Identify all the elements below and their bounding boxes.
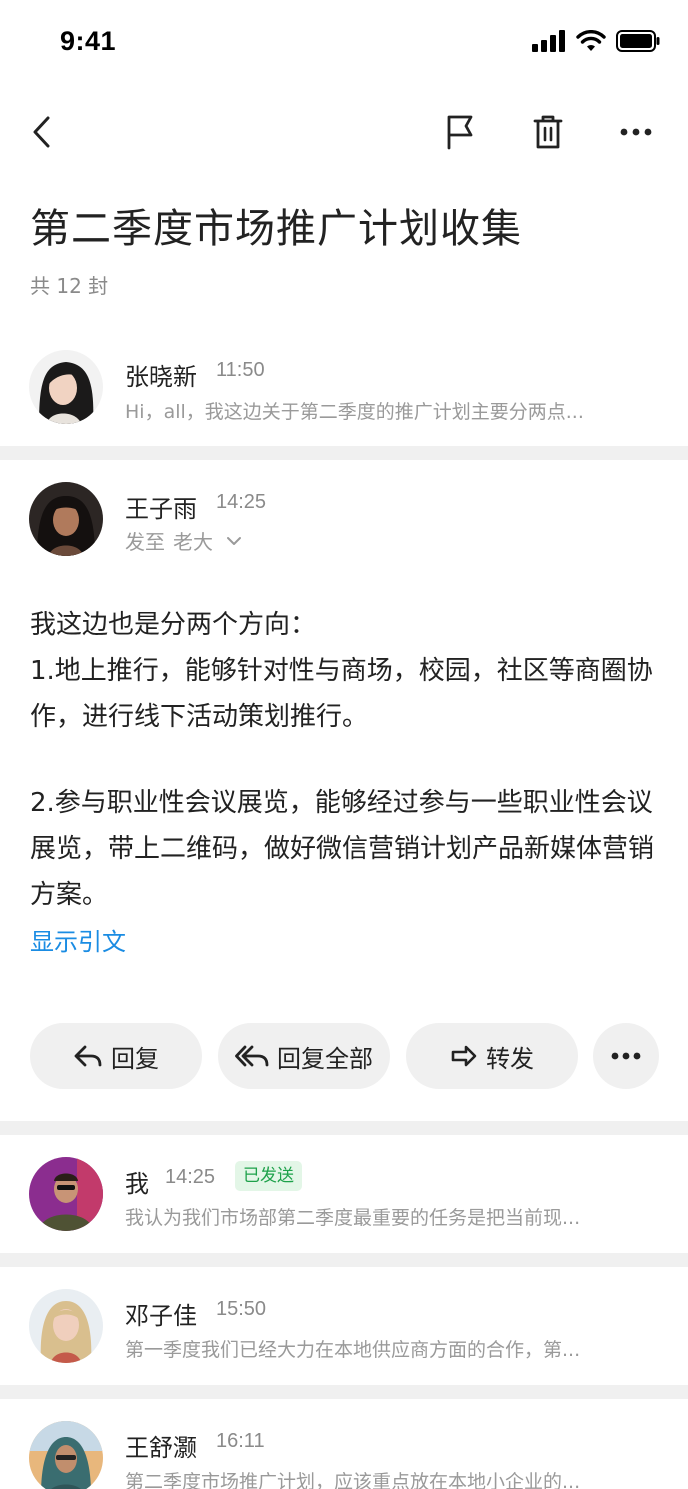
reply-button[interactable]: 回复 — [30, 1023, 202, 1089]
reply-all-button[interactable]: 回复全部 — [218, 1023, 390, 1089]
avatar — [29, 482, 103, 556]
message-time: 11:50 — [216, 359, 265, 381]
message-body: 我这边也是分两个方向： 1.地上推行，能够针对性与商场，校园，社区等商圈协作，进… — [30, 602, 660, 918]
divider — [0, 446, 688, 460]
recipient-line[interactable]: 发至 老大 — [125, 526, 243, 555]
status-time: 9:41 — [60, 26, 117, 56]
divider — [0, 1121, 688, 1135]
reply-all-label: 回复全部 — [277, 1044, 373, 1073]
trash-icon — [533, 115, 563, 149]
forward-label: 转发 — [486, 1044, 534, 1073]
reply-icon — [74, 1045, 102, 1067]
message-preview: 第一季度我们已经大力在本地供应商方面的合作，第... — [125, 1339, 581, 1361]
sender-name: 王子雨 — [125, 495, 197, 523]
thread-title: 第二季度市场推广计划收集 — [30, 206, 522, 252]
forward-icon — [451, 1045, 477, 1067]
divider — [0, 1253, 688, 1267]
reply-label: 回复 — [111, 1044, 159, 1073]
delete-button[interactable] — [524, 108, 572, 156]
message-time: 16:11 — [216, 1430, 265, 1452]
avatar — [29, 1421, 103, 1489]
message-time: 14:25 — [216, 491, 267, 513]
status-icons — [532, 30, 660, 52]
more-dots-icon — [620, 128, 652, 136]
signal-icon — [532, 30, 565, 52]
reply-all-icon — [235, 1045, 269, 1067]
avatar — [29, 1289, 103, 1363]
sender-name: 张晓新 — [125, 363, 197, 391]
message-preview: 我认为我们市场部第二季度最重要的任务是把当前现... — [125, 1207, 581, 1229]
wifi-icon — [576, 30, 606, 51]
message-time: 14:25 — [165, 1166, 216, 1188]
body-paragraph: 2.参与职业性会议展览，能够经过参与一些职业性会议展览，带上二维码，做好微信营销… — [30, 788, 655, 910]
battery-icon — [616, 30, 660, 52]
to-label: 发至 — [125, 530, 165, 554]
sender-name: 我 — [125, 1170, 149, 1198]
message-preview: Hi，all，我这边关于第二季度的推广计划主要分两点... — [125, 401, 584, 423]
thread-count: 共 12 封 — [30, 274, 109, 298]
recipient-name: 老大 — [173, 530, 213, 554]
more-dots-icon — [611, 1052, 641, 1060]
sender-name: 邓子佳 — [125, 1302, 197, 1330]
body-paragraph: 我这边也是分两个方向： — [30, 610, 317, 640]
flag-button[interactable] — [436, 108, 484, 156]
status-bar: 9:41 — [0, 0, 688, 88]
sender-name: 王舒灏 — [125, 1434, 197, 1462]
back-chevron-icon — [33, 116, 50, 148]
body-paragraph: 1.地上推行，能够针对性与商场，校园，社区等商圈协作，进行线下活动策划推行。 — [30, 656, 653, 732]
nav-bar — [0, 100, 688, 164]
message-preview: 第二季度市场推广计划，应该重点放在本地小企业的... — [125, 1471, 581, 1489]
forward-button[interactable]: 转发 — [406, 1023, 578, 1089]
more-button[interactable] — [612, 108, 660, 156]
sent-badge: 已发送 — [235, 1161, 302, 1191]
flag-icon — [447, 115, 473, 150]
divider — [0, 1385, 688, 1399]
avatar — [29, 350, 103, 424]
show-quote-link[interactable]: 显示引文 — [30, 922, 126, 957]
chevron-down-icon — [227, 536, 241, 545]
more-actions-button[interactable] — [593, 1023, 659, 1089]
back-button[interactable] — [18, 108, 66, 156]
avatar — [29, 1157, 103, 1231]
message-time: 15:50 — [216, 1298, 267, 1320]
